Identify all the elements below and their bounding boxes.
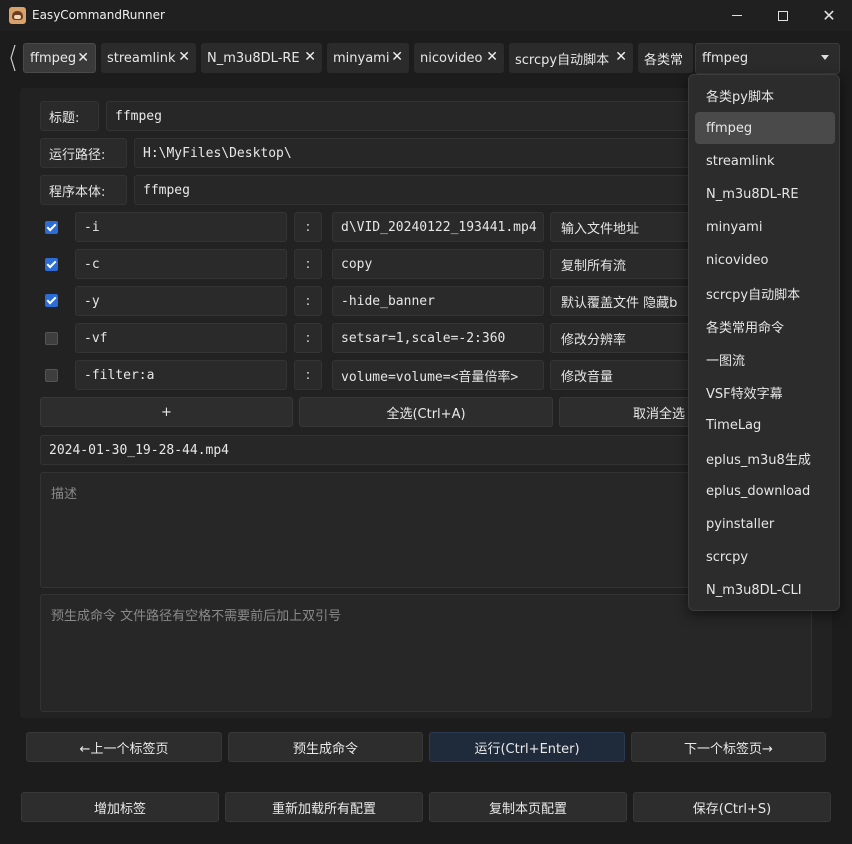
dropdown-item[interactable]: eplus_m3u8生成	[695, 442, 835, 474]
output-file-input[interactable]: 2024-01-30_19-28-44.mp4	[40, 435, 726, 465]
chevron-down-icon	[821, 55, 829, 60]
dropdown-item[interactable]: TimeLag	[695, 409, 835, 441]
tab-common-commands[interactable]: 各类常	[638, 43, 693, 73]
next-tab-button[interactable]: 下一个标签页→	[631, 732, 826, 762]
path-input[interactable]: H:\MyFiles\Desktop\	[134, 138, 726, 168]
param-value-input[interactable]: copy	[332, 249, 544, 279]
command-textarea[interactable]: 预生成命令 文件路径有空格不需要前后加上双引号	[40, 594, 812, 712]
param-value-input[interactable]: -hide_banner	[332, 286, 544, 316]
command-placeholder: 预生成命令 文件路径有空格不需要前后加上双引号	[51, 609, 342, 624]
param-separator: :	[294, 323, 322, 353]
tab-label: minyami	[333, 50, 390, 66]
add-param-button[interactable]: +	[40, 397, 293, 427]
tab-label: nicovideo	[420, 50, 483, 66]
dropdown-item[interactable]: eplus_download	[695, 475, 835, 507]
description-placeholder: 描述	[51, 487, 78, 502]
dropdown-item[interactable]: scrcpy	[695, 541, 835, 573]
param-desc-input[interactable]: 输入文件地址	[550, 212, 690, 242]
tab-nicovideo[interactable]: nicovideo ✕	[414, 43, 504, 73]
param-separator: :	[294, 212, 322, 242]
minimize-icon	[732, 15, 742, 16]
tab-close-icon[interactable]: ✕	[304, 49, 316, 65]
dropdown-item[interactable]: pyinstaller	[695, 508, 835, 540]
param-flag-input[interactable]: -i	[75, 212, 287, 242]
param-checkbox[interactable]	[45, 258, 58, 271]
add-tag-button[interactable]: 增加标签	[21, 792, 219, 822]
program-label: 程序本体:	[40, 175, 127, 205]
reload-config-button[interactable]: 重新加载所有配置	[225, 792, 423, 822]
param-value-input[interactable]: setsar=1,scale=-2:360	[332, 323, 544, 353]
param-separator: :	[294, 360, 322, 390]
dropdown-item[interactable]: 一图流	[695, 343, 835, 375]
maximize-button[interactable]	[760, 0, 806, 31]
close-button[interactable]: ✕	[806, 0, 852, 31]
path-label: 运行路径:	[40, 138, 127, 168]
tab-n-m3u8dl-re[interactable]: N_m3u8DL-RE ✕	[201, 43, 322, 73]
tab-label: ffmpeg	[30, 50, 77, 66]
param-separator: :	[294, 286, 322, 316]
param-desc-input[interactable]: 修改分辨率	[550, 323, 690, 353]
dropdown-item[interactable]: scrcpy自动脚本	[695, 277, 835, 309]
tab-close-icon[interactable]: ✕	[391, 49, 403, 65]
prev-tab-button[interactable]: ←上一个标签页	[26, 732, 222, 762]
select-all-button[interactable]: 全选(Ctrl+A)	[299, 397, 553, 427]
param-value-input[interactable]: d\VID_20240122_193441.mp4	[332, 212, 544, 242]
param-flag-input[interactable]: -filter:a	[75, 360, 287, 390]
title-label: 标题:	[40, 101, 99, 131]
minimize-button[interactable]	[714, 0, 760, 31]
param-checkbox[interactable]	[45, 369, 58, 382]
program-input[interactable]: ffmpeg	[134, 175, 726, 205]
param-checkbox[interactable]	[45, 294, 58, 307]
param-separator: :	[294, 249, 322, 279]
tab-minyami[interactable]: minyami ✕	[327, 43, 409, 73]
tab-close-icon[interactable]: ✕	[615, 49, 627, 65]
title-input[interactable]: ffmpeg	[106, 101, 726, 131]
param-desc-input[interactable]: 默认覆盖文件 隐藏b	[550, 286, 690, 316]
window-title: EasyCommandRunner	[32, 8, 165, 22]
tab-select-value: ffmpeg	[702, 51, 749, 66]
dropdown-item[interactable]: N_m3u8DL-RE	[695, 178, 835, 210]
app-logo-icon	[9, 7, 26, 24]
tab-select-dropdown[interactable]: ffmpeg	[695, 43, 840, 74]
param-checkbox[interactable]	[45, 332, 58, 345]
param-desc-input[interactable]: 修改音量	[550, 360, 690, 390]
tab-close-icon[interactable]: ✕	[77, 50, 89, 66]
dropdown-item[interactable]: nicovideo	[695, 244, 835, 276]
param-flag-input[interactable]: -y	[75, 286, 287, 316]
copy-config-button[interactable]: 复制本页配置	[429, 792, 627, 822]
param-checkbox[interactable]	[45, 221, 58, 234]
maximize-icon	[778, 10, 788, 21]
tab-scrcpy-script[interactable]: scrcpy自动脚本 ✕	[509, 43, 633, 73]
tab-select-popup: 各类py脚本 ffmpeg streamlink N_m3u8DL-RE min…	[688, 74, 840, 611]
tab-label: streamlink	[107, 50, 176, 66]
tab-close-icon[interactable]: ✕	[486, 49, 498, 65]
param-flag-input[interactable]: -c	[75, 249, 287, 279]
tab-streamlink[interactable]: streamlink ✕	[101, 43, 196, 73]
param-flag-input[interactable]: -vf	[75, 323, 287, 353]
deselect-all-button[interactable]: 取消全选	[559, 397, 690, 427]
tab-label: 各类常	[644, 52, 684, 68]
tab-close-icon[interactable]: ✕	[178, 49, 190, 65]
param-desc-input[interactable]: 复制所有流	[550, 249, 690, 279]
dropdown-item[interactable]: VSF特效字幕	[695, 376, 835, 408]
dropdown-item[interactable]: N_m3u8DL-CLI	[695, 574, 835, 606]
tab-scroll-left-icon[interactable]	[8, 44, 18, 72]
param-value-input[interactable]: volume=volume=<音量倍率>	[332, 360, 544, 390]
close-icon: ✕	[822, 5, 836, 25]
run-button[interactable]: 运行(Ctrl+Enter)	[429, 732, 625, 762]
dropdown-item[interactable]: minyami	[695, 211, 835, 243]
tab-label: scrcpy自动脚本	[515, 52, 610, 68]
dropdown-item-selected[interactable]: ffmpeg	[695, 112, 835, 144]
tab-label: N_m3u8DL-RE	[207, 50, 300, 66]
save-button[interactable]: 保存(Ctrl+S)	[633, 792, 831, 822]
dropdown-item[interactable]: 各类常用命令	[695, 310, 835, 342]
tab-ffmpeg[interactable]: ffmpeg ✕	[23, 43, 96, 73]
dropdown-item[interactable]: streamlink	[695, 145, 835, 177]
dropdown-item[interactable]: 各类py脚本	[695, 79, 835, 111]
title-bar: EasyCommandRunner ✕	[0, 0, 852, 31]
pregen-command-button[interactable]: 预生成命令	[228, 732, 423, 762]
